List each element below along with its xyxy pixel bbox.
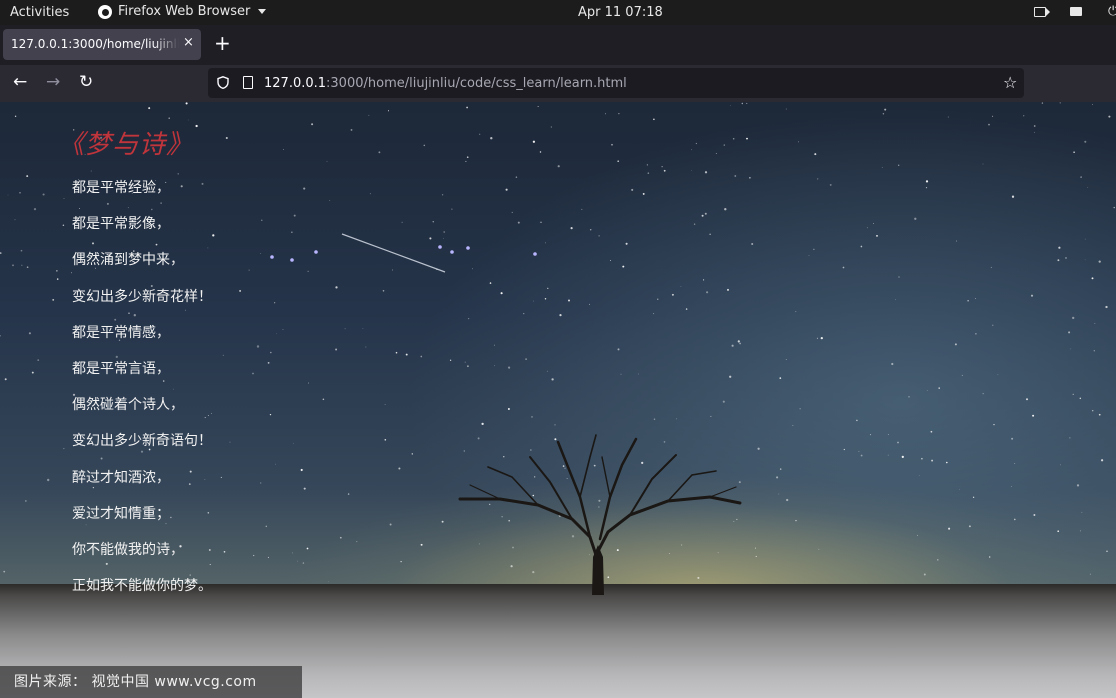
poem-line: 醉过才知酒浓， [72,469,170,486]
poem-line: 正如我不能做你的梦。 [72,578,212,595]
url-host: 127.0.0.1 [264,76,327,91]
poem-line: 都是平常经验， [72,180,170,196]
reload-button[interactable]: ↻ [79,73,93,91]
poem-line: 变幻出多少新奇语句！ [72,433,212,450]
url-bar[interactable]: 127.0.0.1:3000/home/liujinliu/code/css_l… [208,68,1024,98]
poem-lines: 都是平常经验， 都是平常影像， 偶然涌到梦中来， 变幻出多少新奇花样！ 都是平常… [72,178,212,612]
poem-title: 《梦与诗》 [58,130,194,160]
system-top-bar: Activities Firefox Web Browser Apr 11 07… [0,0,1116,25]
poem-line: 爱过才知情重； [72,505,170,522]
screen-recording-icon[interactable] [1034,7,1050,17]
new-tab-button[interactable]: + [214,33,231,53]
url-text[interactable]: 127.0.0.1:3000/home/liujinliu/code/css_l… [264,76,627,91]
activities-button[interactable]: Activities [10,5,69,20]
app-menu-label: Firefox Web Browser [118,4,251,19]
tab-title: 127.0.0.1:3000/home/liujinliu/code/css_l… [11,37,179,51]
url-path: :3000/home/liujinliu/code/css_learn/lear… [326,76,627,91]
poem-line: 都是平常言语， [72,360,170,377]
bookmark-star-icon[interactable]: ☆ [1003,73,1017,92]
close-icon[interactable]: × [183,35,194,50]
poem-line: 你不能做我的诗， [72,541,184,558]
poem-line: 偶然涌到梦中来， [72,252,184,269]
page-icon[interactable] [243,76,253,89]
clock[interactable]: Apr 11 07:18 [578,5,663,20]
image-credit: 图片来源： 视觉中国 www.vcg.com [0,666,302,698]
navigation-toolbar: ← → ↻ 127.0.0.1:3000/home/liujinliu/code… [0,65,1116,103]
chevron-down-icon [258,9,267,14]
poem-line: 都是平常影像， [72,216,170,233]
app-menu[interactable]: Firefox Web Browser [98,4,267,19]
tab-strip: 127.0.0.1:3000/home/liujinliu/code/css_l… [0,25,1116,65]
forward-button[interactable]: → [46,73,60,91]
poem-line: 变幻出多少新奇花样！ [72,288,212,305]
tree-silhouette [458,434,742,595]
firefox-icon [98,4,112,19]
system-menu-icon[interactable]: ⏻ [1108,4,1116,18]
poem-line: 偶然碰着个诗人， [72,397,184,414]
tab-learn-html[interactable]: 127.0.0.1:3000/home/liujinliu/code/css_l… [3,29,201,60]
back-button[interactable]: ← [13,73,27,91]
page-viewport: 《梦与诗》 都是平常经验， 都是平常影像， 偶然涌到梦中来， 变幻出多少新奇花样… [0,102,1116,698]
shield-icon[interactable] [217,76,229,89]
display-icon[interactable] [1070,7,1082,16]
poem-line: 都是平常情感， [72,324,170,341]
